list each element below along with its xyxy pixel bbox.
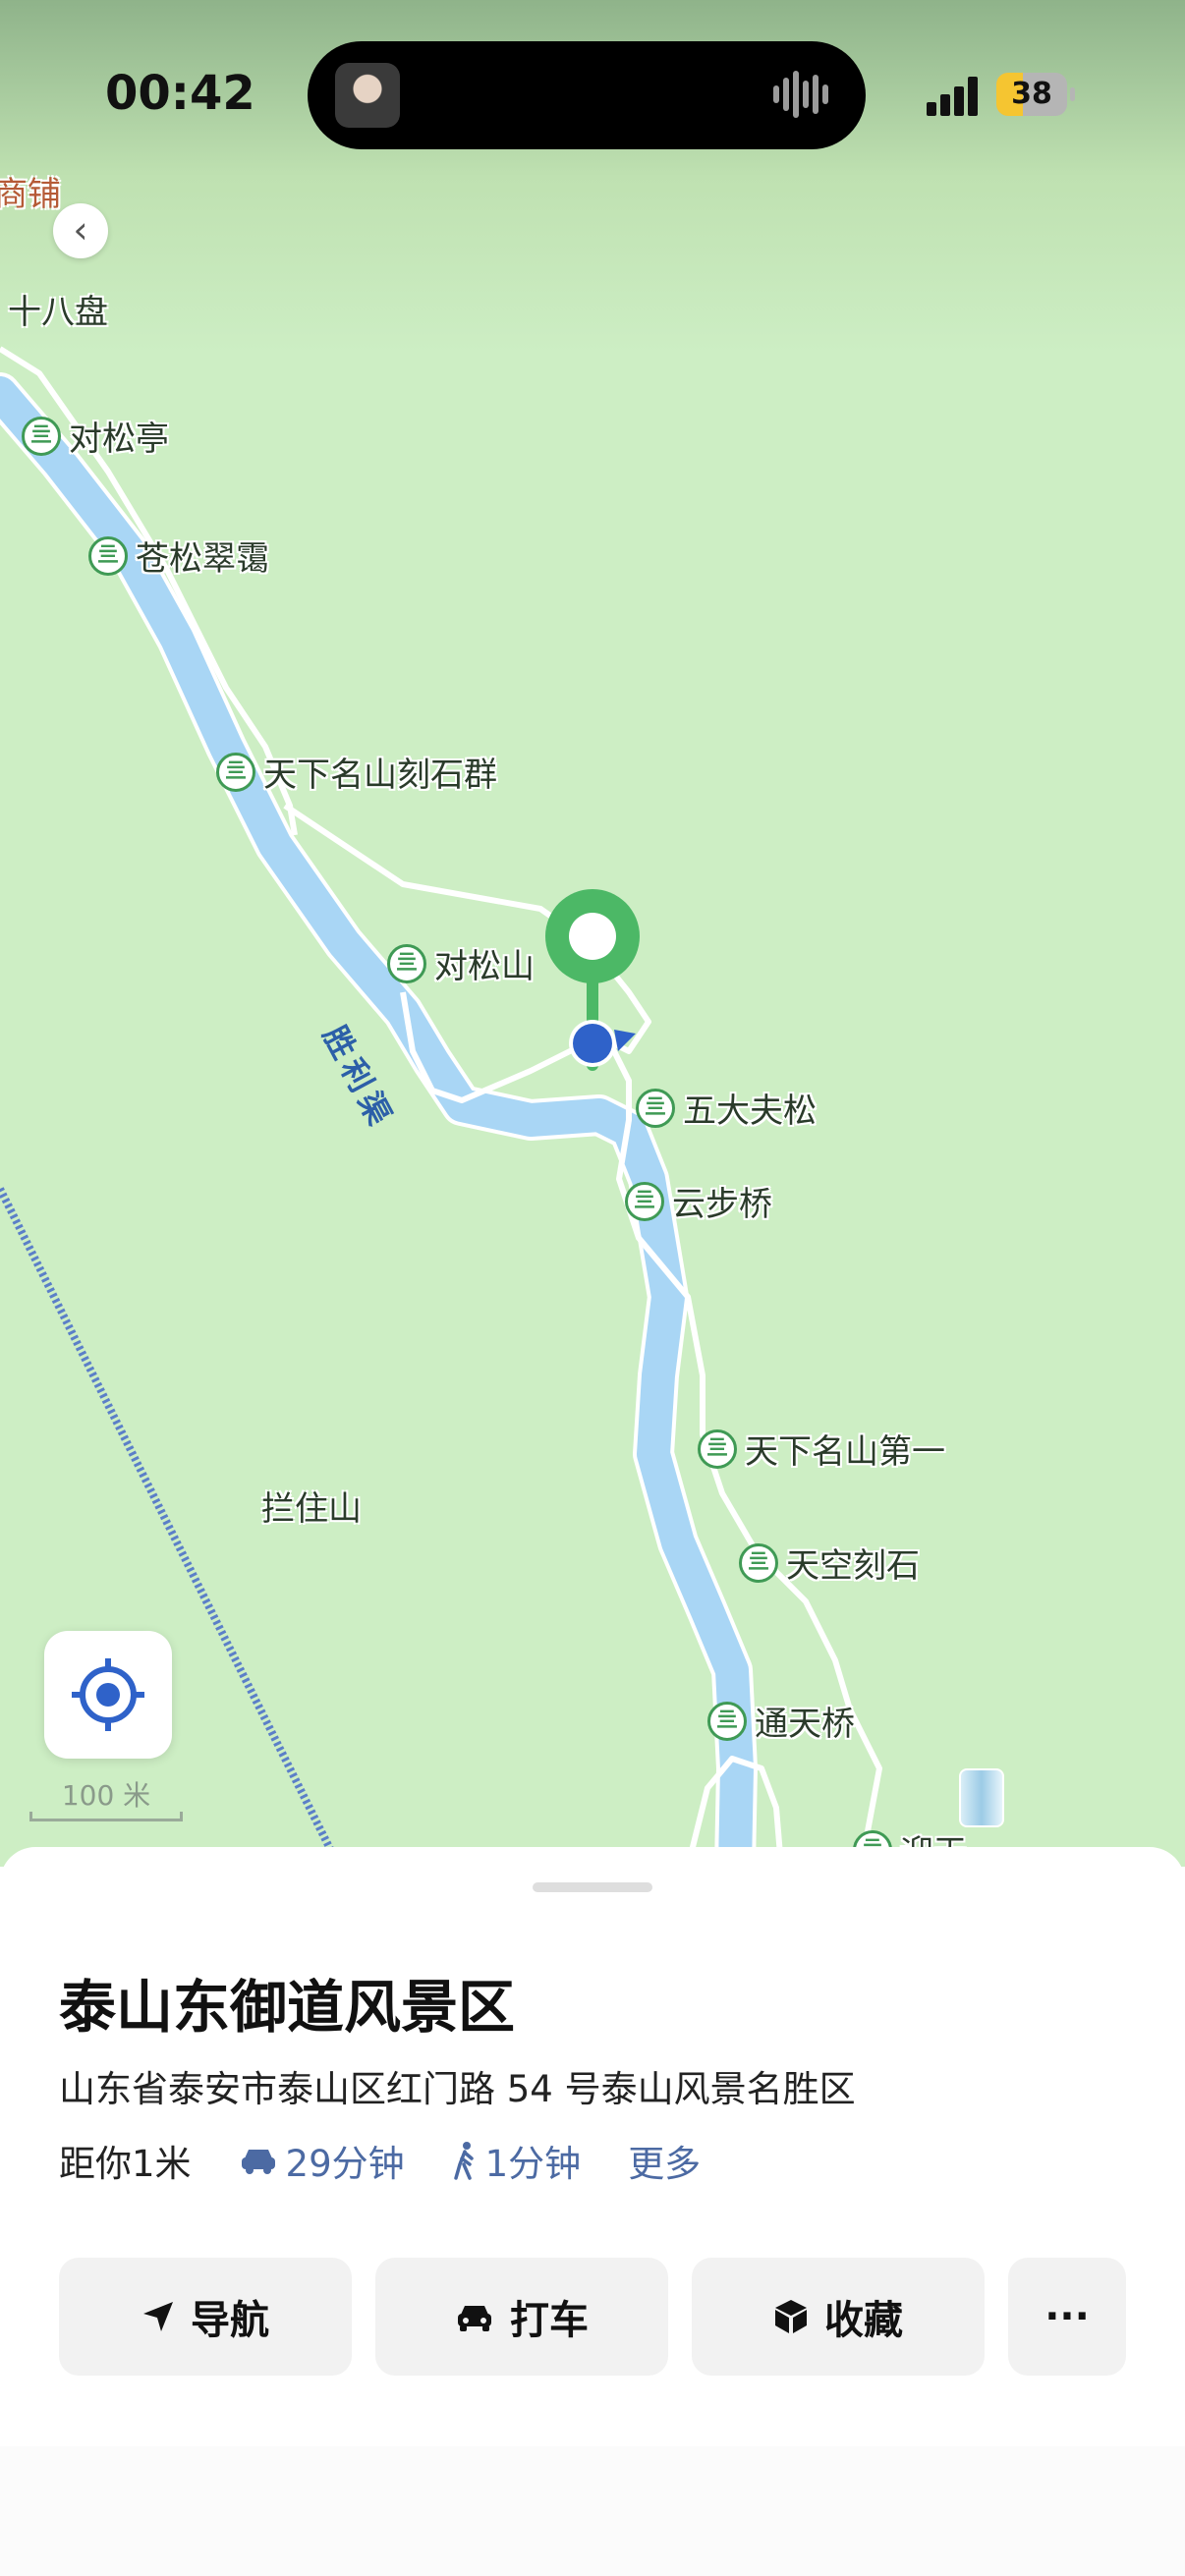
current-location-icon <box>569 1020 636 1067</box>
dynamic-island[interactable] <box>308 41 866 149</box>
map-view[interactable]: 商铺 十八盘 胜利渠 拦住山 亖 对松亭 亖 苍松翠霭 亖 天下名山刻石群 亖 … <box>0 0 1185 1867</box>
box-icon <box>775 2300 807 2333</box>
mountain-label: 拦住山 <box>261 1489 362 1529</box>
locate-me-button[interactable] <box>44 1631 172 1759</box>
scenic-spot-icon: 亖 <box>216 752 255 792</box>
shop-label: 商铺 <box>0 175 61 214</box>
taxi-icon <box>458 2306 491 2331</box>
scenic-spot-icon: 亖 <box>387 943 426 983</box>
sheet-footer <box>0 2446 1185 2576</box>
map-scale: 100 米 <box>29 1774 183 1821</box>
scenic-spot-icon: 亖 <box>22 416 61 456</box>
audio-wave-icon <box>773 71 832 120</box>
battery-cap <box>1070 87 1075 101</box>
navigate-button[interactable]: 导航 <box>59 2258 352 2376</box>
car-icon <box>241 2150 275 2174</box>
taxi-button[interactable]: 打车 <box>375 2258 668 2376</box>
scenic-spot-icon: 亖 <box>707 1701 747 1741</box>
poi-tianxia-mingshan-diyi[interactable]: 亖 天下名山第一 <box>698 1425 945 1473</box>
scenic-spot-icon: 亖 <box>625 1181 664 1221</box>
status-time: 00:42 <box>105 66 255 121</box>
poi-wudafu-song[interactable]: 亖 五大夫松 <box>636 1084 817 1132</box>
more-actions-button[interactable]: ··· <box>1008 2258 1126 2376</box>
scenic-spot-icon: 亖 <box>739 1542 778 1583</box>
scenic-spot-icon: 亖 <box>698 1428 737 1469</box>
scale-bar <box>29 1812 183 1821</box>
sheet-drag-handle[interactable] <box>533 1882 652 1892</box>
place-address: 山东省泰安市泰山区红门路 54 号泰山风景名胜区 <box>59 2068 856 2110</box>
drive-time[interactable]: 29分钟 <box>239 2134 405 2187</box>
distance-text: 距你1米 <box>59 2143 192 2185</box>
favorite-button[interactable]: 收藏 <box>692 2258 985 2376</box>
back-button[interactable]: ‹ <box>53 203 108 258</box>
more-dots-icon: ··· <box>1044 2294 1090 2339</box>
more-routes-link[interactable]: 更多 <box>628 2134 701 2187</box>
poi-tianxia-mingshan-keshi[interactable]: 亖 天下名山刻石群 <box>216 748 497 796</box>
album-art <box>335 63 400 128</box>
poi-cangsong[interactable]: 亖 苍松翠霭 <box>88 532 269 580</box>
crosshair-icon <box>72 1658 144 1731</box>
scenic-spot-icon: 亖 <box>88 535 128 576</box>
building-marker <box>959 1768 1004 1827</box>
poi-tongtian-bridge[interactable]: 亖 通天桥 <box>707 1697 855 1745</box>
navigation-arrow-icon <box>143 2302 173 2331</box>
area-label: 十八盘 <box>8 293 108 332</box>
cellular-signal-icon <box>927 75 982 116</box>
poi-duisong-mountain[interactable]: 亖 对松山 <box>387 939 535 987</box>
walk-time[interactable]: 1分钟 <box>452 2134 581 2187</box>
poi-tiankong-keshi[interactable]: 亖 天空刻石 <box>739 1539 920 1587</box>
place-title: 泰山东御道风景区 <box>59 1974 516 2041</box>
walking-icon <box>453 2142 474 2180</box>
poi-duisong-pavilion[interactable]: 亖 对松亭 <box>22 412 169 460</box>
poi-yunbu-bridge[interactable]: 亖 云步桥 <box>625 1177 772 1225</box>
place-detail-sheet[interactable]: 泰山东御道风景区 山东省泰安市泰山区红门路 54 号泰山风景名胜区 距你1米 2… <box>0 1847 1185 2576</box>
battery-indicator: 38 <box>996 73 1067 116</box>
scenic-spot-icon: 亖 <box>636 1088 675 1128</box>
route-summary: 距你1米 29分钟 1分钟 更多 <box>59 2134 748 2187</box>
